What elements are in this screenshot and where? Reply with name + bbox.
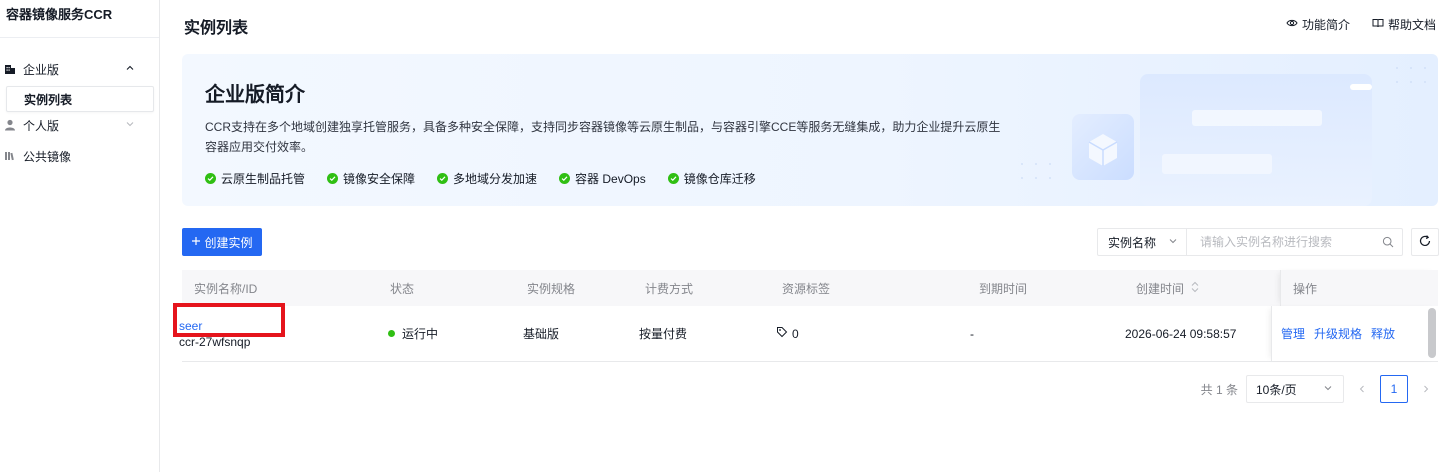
feature-label: 镜像安全保障 bbox=[343, 172, 416, 186]
col-header-actions: 操作 bbox=[1280, 270, 1438, 306]
expire-cell: - bbox=[970, 326, 974, 341]
sidebar-item-instance-list[interactable]: 实例列表 bbox=[6, 86, 154, 112]
search-field-value: 实例名称 bbox=[1108, 235, 1157, 250]
page-size-select[interactable]: 10条/页 bbox=[1246, 375, 1344, 403]
table-row: seer ccr-27wfsnqp 运行中 基础版 按量付费 0 - 2026-… bbox=[179, 306, 1438, 362]
upgrade-spec-link[interactable]: 升级规格 bbox=[1314, 325, 1362, 342]
status-text: 运行中 bbox=[402, 327, 439, 341]
col-header-created-label: 创建时间 bbox=[1136, 281, 1185, 296]
feature-item: 镜像安全保障 bbox=[327, 170, 415, 187]
instance-name-link[interactable]: seer bbox=[179, 319, 202, 333]
total-count: 共 1 条 bbox=[1200, 382, 1238, 397]
feature-intro-link[interactable]: 功能简介 bbox=[1286, 16, 1350, 33]
chevron-left-icon bbox=[1359, 385, 1364, 393]
check-circle-icon bbox=[559, 173, 571, 184]
sidebar: 容器镜像服务CCR 企业版 实例列表 个人版 公共镜像 bbox=[0, 0, 160, 472]
instance-table: 实例名称/ID 状态 实例规格 计费方式 资源标签 到期时间 创建时间 操作 s… bbox=[179, 270, 1438, 362]
instance-id: ccr-27wfsnqp bbox=[179, 334, 251, 349]
pagination: 共 1 条 10条/页 1 bbox=[1201, 375, 1436, 403]
eye-icon bbox=[1286, 17, 1298, 32]
feature-item: 云原生制品托管 bbox=[205, 170, 305, 187]
header-links: 功能简介 帮助文档 bbox=[1286, 16, 1436, 33]
col-header-created[interactable]: 创建时间 bbox=[1136, 270, 1200, 306]
chevron-down-icon bbox=[1168, 235, 1178, 249]
col-header-name: 实例名称/ID bbox=[194, 281, 258, 296]
col-header-status: 状态 bbox=[390, 281, 415, 296]
page-size-value: 10条/页 bbox=[1256, 382, 1297, 397]
tags-cell[interactable]: 0 bbox=[776, 306, 799, 361]
feature-list: 云原生制品托管 镜像安全保障 多地域分发加速 容器 DevOps 镜像仓库迁移 bbox=[205, 170, 756, 187]
check-circle-icon bbox=[667, 173, 679, 184]
search-box: 实例名称 bbox=[1097, 228, 1403, 256]
chevron-down-icon bbox=[124, 118, 136, 130]
actions-cell: 管理 升级规格 释放 bbox=[1271, 306, 1438, 361]
sidebar-item-public-images[interactable]: 公共镜像 bbox=[0, 145, 160, 167]
banner-description: CCR支持在多个地域创建独享托管服务，具备多种安全保障，支持同步容器镜像等云原生… bbox=[205, 120, 1001, 154]
feature-label: 多地域分发加速 bbox=[453, 172, 538, 186]
feature-item: 容器 DevOps bbox=[559, 170, 646, 187]
feature-label: 镜像仓库迁移 bbox=[683, 172, 756, 186]
sidebar-item-label: 公共镜像 bbox=[23, 149, 72, 164]
search-icon[interactable] bbox=[1374, 229, 1402, 255]
create-instance-button[interactable]: 创建实例 bbox=[182, 228, 262, 256]
status-cell: 运行中 bbox=[388, 306, 438, 361]
chevron-up-icon bbox=[124, 62, 136, 74]
create-instance-label: 创建实例 bbox=[204, 235, 253, 250]
col-header-tags: 资源标签 bbox=[782, 281, 831, 296]
tags-count: 0 bbox=[792, 326, 799, 341]
user-icon bbox=[4, 119, 16, 131]
feature-label: 容器 DevOps bbox=[575, 172, 646, 186]
book-icon bbox=[1372, 17, 1384, 32]
sidebar-item-label: 企业版 bbox=[23, 62, 60, 77]
banner-title: 企业版简介 bbox=[205, 84, 305, 106]
status-dot bbox=[388, 330, 395, 337]
page-number[interactable]: 1 bbox=[1380, 375, 1408, 403]
sidebar-item-label: 个人版 bbox=[23, 118, 60, 133]
brand-title: 容器镜像服务CCR bbox=[0, 0, 159, 38]
manage-link[interactable]: 管理 bbox=[1281, 325, 1305, 342]
tag-icon bbox=[776, 326, 788, 341]
check-circle-icon bbox=[205, 173, 216, 184]
search-field-select[interactable]: 实例名称 bbox=[1098, 229, 1187, 255]
billing-cell: 按量付费 bbox=[639, 327, 688, 341]
created-cell: 2026-06-24 09:58:57 bbox=[1125, 326, 1237, 341]
refresh-button[interactable] bbox=[1411, 228, 1439, 256]
plus-icon bbox=[191, 235, 201, 249]
feature-intro-label: 功能简介 bbox=[1301, 18, 1350, 32]
next-page-button[interactable] bbox=[1416, 375, 1436, 403]
col-header-billing: 计费方式 bbox=[645, 281, 694, 296]
sidebar-item-enterprise[interactable]: 企业版 bbox=[0, 58, 160, 80]
library-icon bbox=[4, 150, 16, 162]
release-link[interactable]: 释放 bbox=[1371, 325, 1395, 342]
check-circle-icon bbox=[437, 173, 449, 184]
chevron-right-icon bbox=[1424, 385, 1429, 393]
feature-item: 多地域分发加速 bbox=[437, 170, 537, 187]
sidebar-item-personal[interactable]: 个人版 bbox=[0, 114, 160, 136]
prev-page-button[interactable] bbox=[1352, 375, 1372, 403]
col-header-expire: 到期时间 bbox=[979, 281, 1028, 296]
sort-icon[interactable] bbox=[1190, 281, 1200, 296]
feature-item: 镜像仓库迁移 bbox=[667, 170, 756, 187]
chevron-down-icon bbox=[1323, 382, 1333, 396]
feature-label: 云原生制品托管 bbox=[221, 172, 306, 186]
sidebar-nav: 企业版 实例列表 个人版 公共镜像 bbox=[0, 58, 160, 167]
table-header: 实例名称/ID 状态 实例规格 计费方式 资源标签 到期时间 创建时间 操作 bbox=[182, 270, 1438, 306]
search-input[interactable] bbox=[1187, 229, 1374, 255]
instance-name-cell: seer ccr-27wfsnqp bbox=[179, 306, 250, 361]
building-icon bbox=[4, 63, 16, 75]
intro-banner: 企业版简介 CCR支持在多个地域创建独享托管服务，具备多种安全保障，支持同步容器… bbox=[182, 54, 1438, 206]
spec-cell: 基础版 bbox=[523, 327, 560, 341]
help-docs-label: 帮助文档 bbox=[1387, 18, 1436, 32]
page-title: 实例列表 bbox=[184, 20, 249, 37]
refresh-icon bbox=[1418, 234, 1432, 251]
help-docs-link[interactable]: 帮助文档 bbox=[1372, 16, 1436, 33]
col-header-spec: 实例规格 bbox=[527, 281, 576, 296]
scrollbar-thumb[interactable] bbox=[1428, 308, 1436, 358]
check-circle-icon bbox=[327, 173, 339, 184]
